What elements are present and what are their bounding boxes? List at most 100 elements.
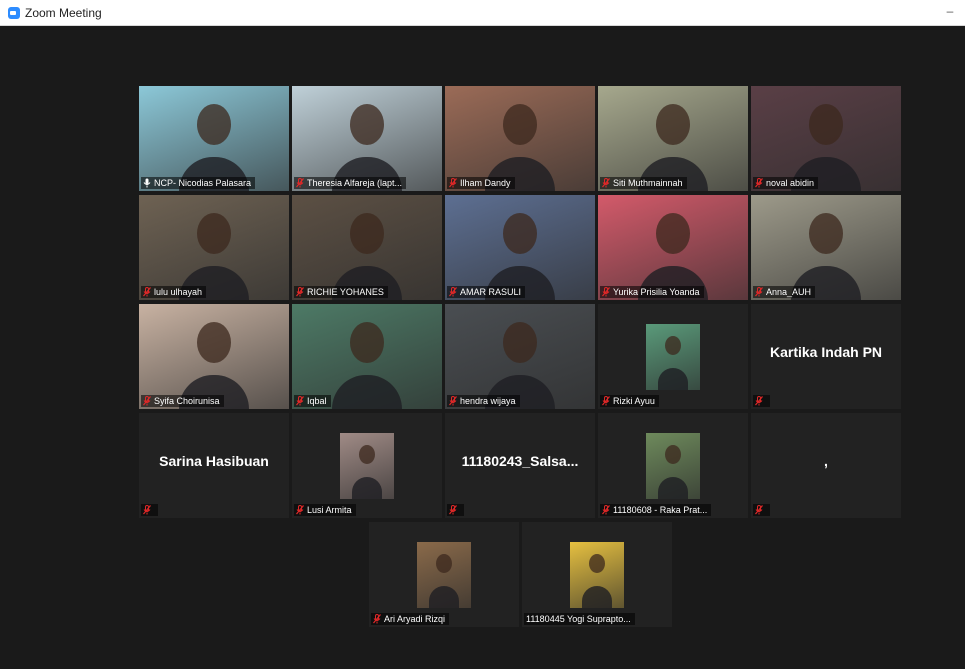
- muted-mic-icon: [602, 505, 610, 515]
- participant-name-tag: Ari Aryadi Rizqi: [371, 613, 450, 625]
- window-title: Zoom Meeting: [25, 5, 102, 20]
- participant-video: [292, 86, 442, 191]
- participant-name-tag: 11180608 - Raka Prat...: [600, 504, 712, 516]
- participant-display-name: ,: [824, 452, 828, 469]
- participant-tile[interactable]: AMAR RASULI: [445, 195, 595, 300]
- participant-tile[interactable]: Ilham Dandy: [445, 86, 595, 191]
- participant-tile[interactable]: 11180608 - Raka Prat...: [598, 413, 748, 518]
- participant-name: lulu ulhayah: [154, 287, 203, 297]
- participant-tile[interactable]: Iqbal: [292, 304, 442, 409]
- participant-profile-photo: [340, 433, 394, 499]
- participant-tile[interactable]: Kartika Indah PN: [751, 304, 901, 409]
- participant-video: [445, 195, 595, 300]
- person-silhouette: [665, 336, 681, 356]
- participant-name-tag: Anna_AUH: [753, 286, 816, 298]
- person-silhouette: [503, 213, 537, 254]
- participant-tile[interactable]: Ari Aryadi Rizqi: [369, 522, 519, 627]
- participant-tile[interactable]: Sarina Hasibuan: [139, 413, 289, 518]
- participant-name: NCP- Nicodias Palasara: [154, 178, 252, 188]
- muted-mic-icon: [449, 505, 457, 515]
- muted-mic-icon: [449, 396, 457, 406]
- person-body: [332, 375, 402, 409]
- participant-display-name: 11180243_Salsa...: [461, 452, 579, 469]
- person-body: [352, 477, 382, 499]
- participant-tile[interactable]: Syifa Choirunisa: [139, 304, 289, 409]
- participant-video: [292, 304, 442, 409]
- person-silhouette: [589, 554, 605, 574]
- person-silhouette: [656, 104, 690, 145]
- participant-tile[interactable]: Yurika Prisilia Yoanda: [598, 195, 748, 300]
- participant-name-tag: [753, 504, 770, 516]
- participant-name: AMAR RASULI: [460, 287, 522, 297]
- gallery-view: NCP- Nicodias Palasara Theresia Alfareja …: [8, 26, 965, 669]
- person-silhouette: [809, 213, 843, 254]
- participant-name: Yurika Prisilia Yoanda: [613, 287, 700, 297]
- participant-name-tag: RICHIE YOHANES: [294, 286, 388, 298]
- person-body: [658, 368, 688, 390]
- participant-name-tag: [141, 504, 158, 516]
- participant-video: [445, 304, 595, 409]
- person-silhouette: [503, 104, 537, 145]
- participant-tile[interactable]: Rizki Ayuu: [598, 304, 748, 409]
- participant-tile[interactable]: 11180243_Salsa...: [445, 413, 595, 518]
- participant-tile[interactable]: Anna_AUH: [751, 195, 901, 300]
- participant-name: 11180445 Yogi Suprapto...: [526, 614, 631, 624]
- participant-name-tag: NCP- Nicodias Palasara: [141, 177, 256, 189]
- participant-tile[interactable]: lulu ulhayah: [139, 195, 289, 300]
- participant-name-tag: 11180445 Yogi Suprapto...: [524, 613, 635, 625]
- participant-tile[interactable]: Theresia Alfareja (lapt...: [292, 86, 442, 191]
- person-body: [582, 586, 612, 608]
- participant-tile[interactable]: hendra wijaya: [445, 304, 595, 409]
- participant-name-tag: noval abidin: [753, 177, 819, 189]
- title-bar: Zoom Meeting –: [0, 0, 965, 26]
- minimize-button[interactable]: –: [941, 3, 959, 21]
- participant-profile-photo: [646, 324, 700, 390]
- person-silhouette: [809, 104, 843, 145]
- participant-display-name: Sarina Hasibuan: [159, 452, 269, 469]
- participant-name-tag: hendra wijaya: [447, 395, 520, 407]
- participant-name: Siti Muthmainnah: [613, 178, 683, 188]
- participant-display-name: Kartika Indah PN: [769, 343, 883, 360]
- participant-video: [598, 195, 748, 300]
- participant-name-tag: Yurika Prisilia Yoanda: [600, 286, 704, 298]
- person-silhouette: [359, 445, 375, 465]
- participant-tile[interactable]: noval abidin: [751, 86, 901, 191]
- muted-mic-icon: [296, 178, 304, 188]
- participant-name-tag: Siti Muthmainnah: [600, 177, 687, 189]
- participant-video: [445, 86, 595, 191]
- participant-name: Iqbal: [307, 396, 327, 406]
- person-silhouette: [436, 554, 452, 574]
- participant-tile[interactable]: Lusi Armita: [292, 413, 442, 518]
- muted-mic-icon: [755, 396, 763, 406]
- participant-name: Rizki Ayuu: [613, 396, 655, 406]
- participant-profile-photo: [646, 433, 700, 499]
- muted-mic-icon: [449, 178, 457, 188]
- participant-name-tag: Iqbal: [294, 395, 331, 407]
- participant-tile[interactable]: 11180445 Yogi Suprapto...: [522, 522, 672, 627]
- participant-tile[interactable]: NCP- Nicodias Palasara: [139, 86, 289, 191]
- participant-name-tag: Rizki Ayuu: [600, 395, 659, 407]
- muted-mic-icon: [296, 396, 304, 406]
- participant-tile[interactable]: ,: [751, 413, 901, 518]
- muted-mic-icon: [602, 178, 610, 188]
- person-body: [429, 586, 459, 608]
- participant-tile[interactable]: Siti Muthmainnah: [598, 86, 748, 191]
- participant-name: 11180608 - Raka Prat...: [613, 505, 708, 515]
- participant-name-tag: Lusi Armita: [294, 504, 356, 516]
- mic-icon: [143, 178, 151, 188]
- participant-name: noval abidin: [766, 178, 815, 188]
- participant-name-tag: [447, 504, 464, 516]
- participant-name: Ilham Dandy: [460, 178, 511, 188]
- participant-video: [292, 195, 442, 300]
- muted-mic-icon: [449, 287, 457, 297]
- person-silhouette: [350, 322, 384, 363]
- participant-name: Lusi Armita: [307, 505, 352, 515]
- participant-tile[interactable]: RICHIE YOHANES: [292, 195, 442, 300]
- participant-video: [751, 86, 901, 191]
- participant-name-tag: Ilham Dandy: [447, 177, 515, 189]
- person-silhouette: [656, 213, 690, 254]
- participant-name: Anna_AUH: [766, 287, 812, 297]
- person-body: [658, 477, 688, 499]
- muted-mic-icon: [296, 505, 304, 515]
- participant-name-tag: Theresia Alfareja (lapt...: [294, 177, 407, 189]
